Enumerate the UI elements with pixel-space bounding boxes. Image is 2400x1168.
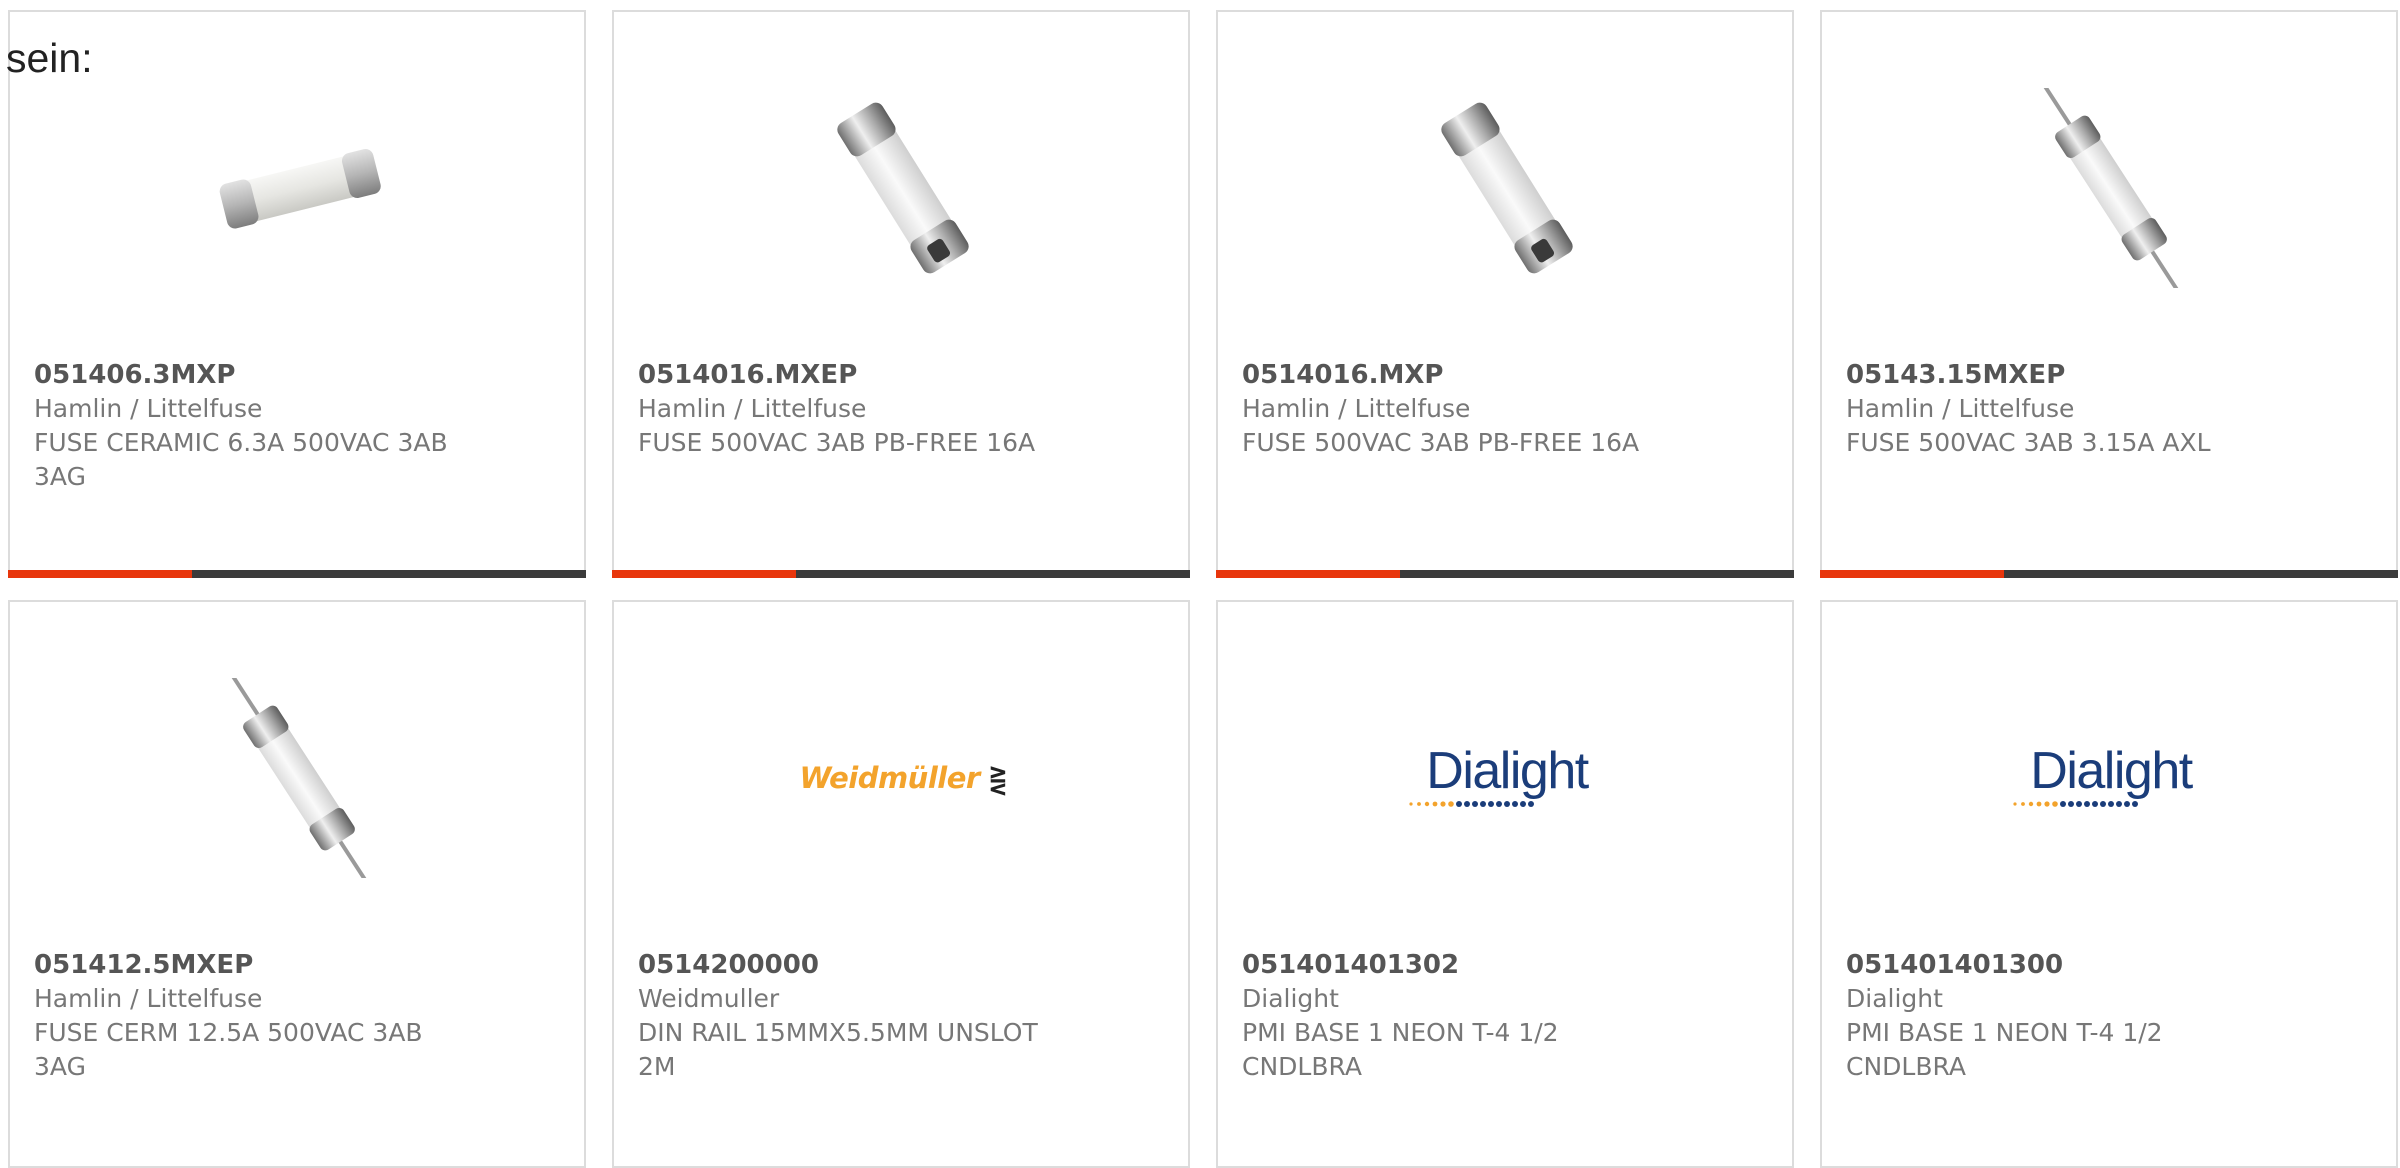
part-number[interactable]: 05143.15MXEP: [1846, 358, 2306, 392]
product-card[interactable]: 0514016.MXP Hamlin / Littelfuse FUSE 500…: [1216, 10, 1794, 578]
product-description: FUSE 500VAC 3AB PB-FREE 16A: [1242, 428, 1640, 457]
weidmuller-mark-icon: ⋛: [989, 761, 1007, 795]
card-bottom-bar: [1216, 570, 1794, 578]
manufacturer: Hamlin / Littelfuse: [34, 394, 263, 423]
product-description: PMI BASE 1 NEON T-4 1/2 CNDLBRA: [1846, 1018, 2163, 1081]
part-number[interactable]: 0514016.MXEP: [638, 358, 1098, 392]
product-card[interactable]: 05143.15MXEP Hamlin / Littelfuse FUSE 50…: [1820, 10, 2398, 578]
fuse-axial-icon: [230, 678, 368, 878]
part-number[interactable]: 051401401300: [1846, 948, 2306, 982]
fuse-axial-icon: [2042, 88, 2180, 288]
product-image[interactable]: Dialight: [1407, 678, 1607, 878]
product-description: FUSE CERM 12.5A 500VAC 3AB 3AG: [34, 1018, 423, 1081]
dialight-dots-icon: [1409, 801, 1534, 807]
accent-bar: [8, 570, 192, 578]
manufacturer: Hamlin / Littelfuse: [638, 394, 867, 423]
accent-bar: [612, 570, 796, 578]
product-image[interactable]: [199, 88, 399, 288]
product-description: PMI BASE 1 NEON T-4 1/2 CNDLBRA: [1242, 1018, 1559, 1081]
part-number[interactable]: 051401401302: [1242, 948, 1702, 982]
fuse-short-icon: [219, 148, 381, 229]
card-bottom-bar: [612, 570, 1190, 578]
fuse-diagonal-icon: [837, 102, 969, 274]
manufacturer: Weidmuller: [638, 984, 780, 1013]
dialight-dots-icon: [2013, 801, 2138, 807]
manufacturer: Hamlin / Littelfuse: [1846, 394, 2075, 423]
prefix-text: sein:: [6, 35, 93, 81]
manufacturer: Hamlin / Littelfuse: [34, 984, 263, 1013]
card-bottom-bar: [8, 570, 586, 578]
product-description: FUSE CERAMIC 6.3A 500VAC 3AB 3AG: [34, 428, 448, 491]
product-card[interactable]: Dialight 051401401300 Dialight PMI BASE …: [1820, 600, 2398, 1168]
product-card[interactable]: 051406.3MXP Hamlin / Littelfuse FUSE CER…: [8, 10, 586, 578]
product-image[interactable]: Dialight: [2011, 678, 2211, 878]
product-image[interactable]: Weidmüller ⋛: [764, 678, 1042, 878]
manufacturer: Dialight: [1242, 984, 1339, 1013]
accent-bar: [1216, 570, 1400, 578]
product-image[interactable]: [2011, 88, 2211, 288]
product-image[interactable]: [803, 88, 1003, 288]
part-number[interactable]: 0514200000: [638, 948, 1098, 982]
product-image[interactable]: [1407, 88, 1607, 288]
dialight-logo: Dialight: [2011, 745, 2211, 811]
weidmuller-logo: Weidmüller ⋛: [799, 761, 1006, 795]
product-card[interactable]: 0514016.MXEP Hamlin / Littelfuse FUSE 50…: [612, 10, 1190, 578]
dialight-logo-text: Dialight: [1426, 742, 1589, 800]
product-description: DIN RAIL 15MMX5.5MM UNSLOT 2M: [638, 1018, 1038, 1081]
fuse-diagonal-icon: [1441, 102, 1573, 274]
product-description: FUSE 500VAC 3AB PB-FREE 16A: [638, 428, 1036, 457]
dialight-logo-text: Dialight: [2030, 742, 2193, 800]
dialight-logo: Dialight: [1407, 745, 1607, 811]
manufacturer: Dialight: [1846, 984, 1943, 1013]
weidmuller-logo-text: Weidmüller: [799, 761, 980, 795]
product-grid: 051406.3MXP Hamlin / Littelfuse FUSE CER…: [0, 0, 2400, 1168]
product-image[interactable]: [199, 678, 399, 878]
part-number[interactable]: 051406.3MXP: [34, 358, 494, 392]
product-card[interactable]: Weidmüller ⋛ 0514200000 Weidmuller DIN R…: [612, 600, 1190, 1168]
product-description: FUSE 500VAC 3AB 3.15A AXL: [1846, 428, 2211, 457]
manufacturer: Hamlin / Littelfuse: [1242, 394, 1471, 423]
part-number[interactable]: 051412.5MXEP: [34, 948, 494, 982]
accent-bar: [1820, 570, 2004, 578]
product-card[interactable]: Dialight 051401401302 Dialight PMI BASE …: [1216, 600, 1794, 1168]
card-bottom-bar: [1820, 570, 2398, 578]
part-number[interactable]: 0514016.MXP: [1242, 358, 1702, 392]
product-card[interactable]: 051412.5MXEP Hamlin / Littelfuse FUSE CE…: [8, 600, 586, 1168]
